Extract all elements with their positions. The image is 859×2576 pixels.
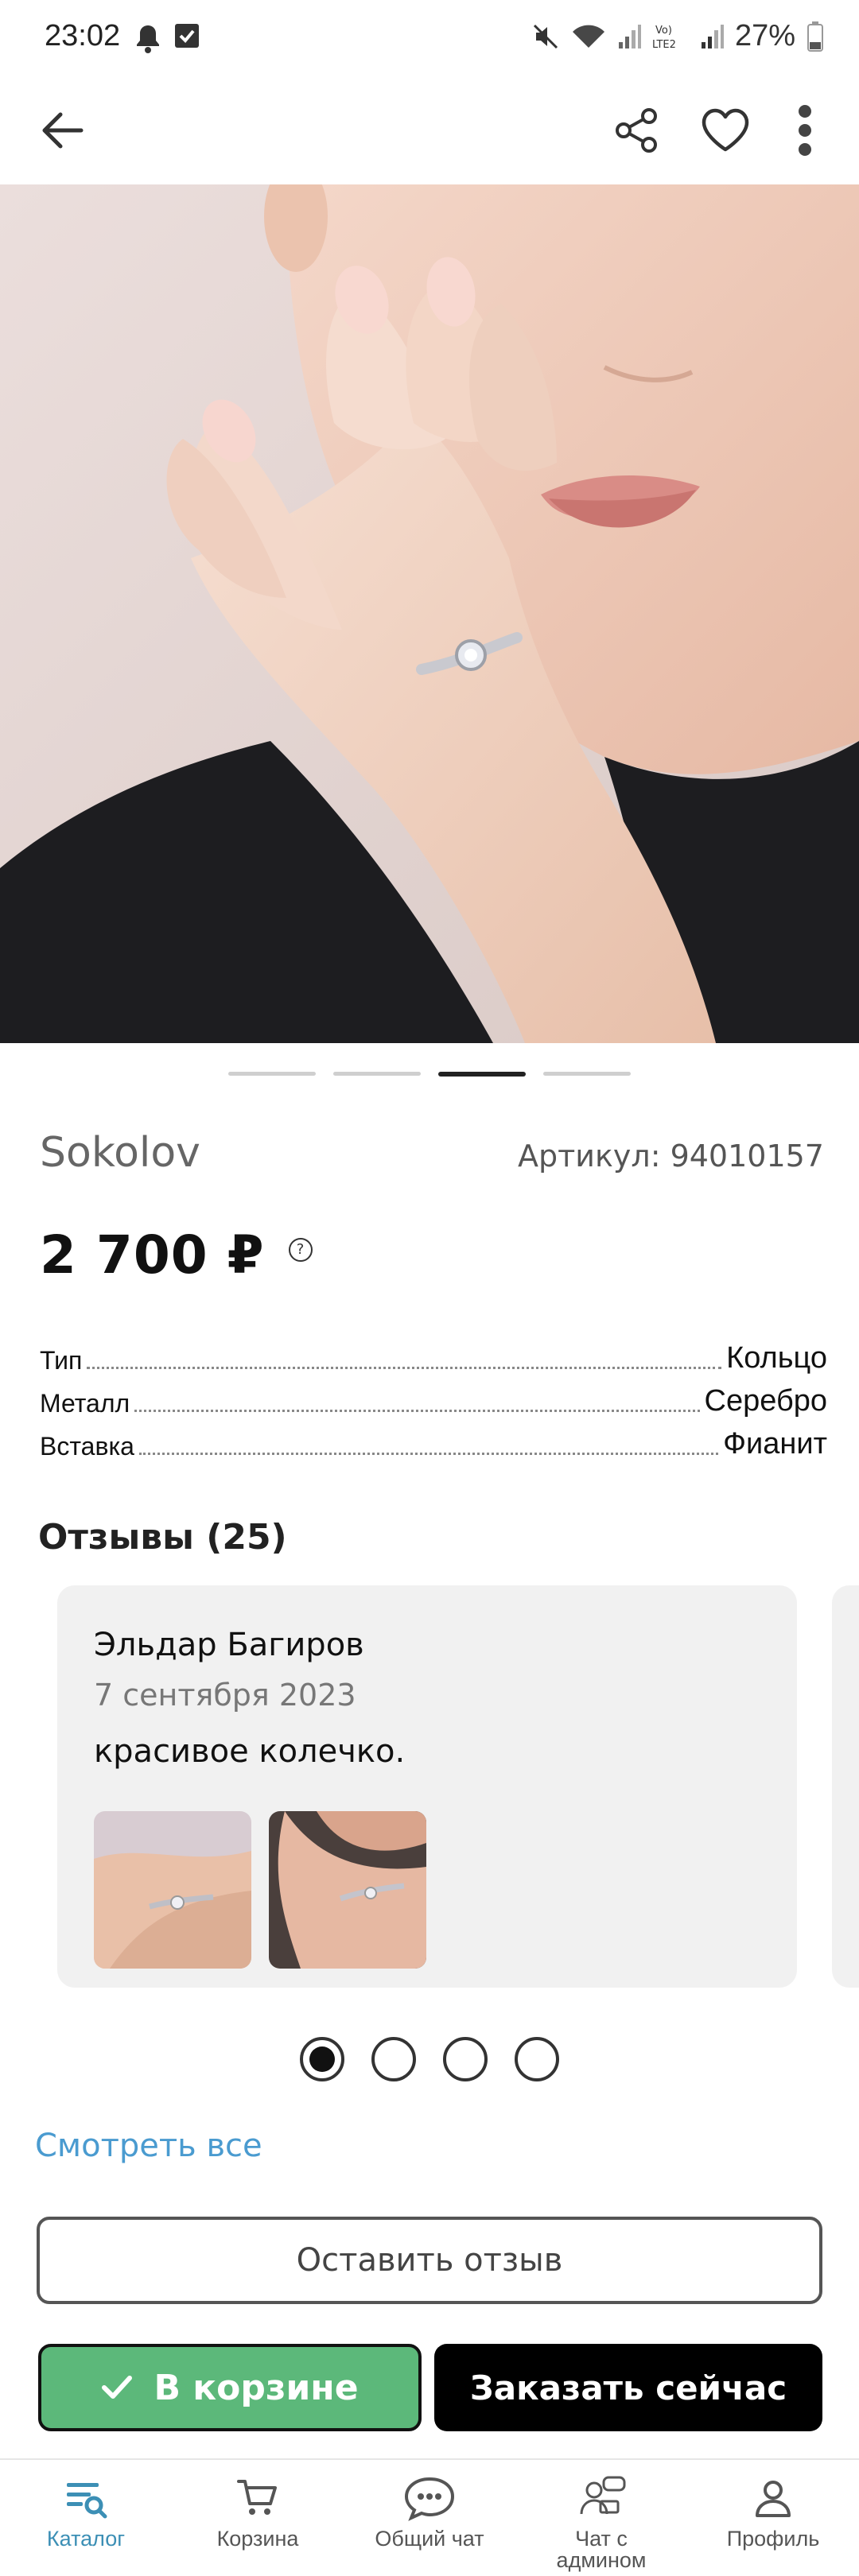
battery-icon bbox=[807, 21, 823, 52]
check-icon bbox=[102, 2376, 133, 2399]
leave-review-button[interactable]: Оставить отзыв bbox=[37, 2217, 822, 2304]
nav-item-general-chat[interactable]: Общий чат bbox=[344, 2460, 515, 2576]
svg-text:Vo): Vo) bbox=[655, 25, 672, 37]
heart-icon bbox=[702, 108, 749, 152]
checkbox-notification-icon bbox=[175, 24, 199, 48]
mute-icon bbox=[533, 24, 558, 48]
nav-item-profile[interactable]: Профиль bbox=[687, 2460, 859, 2576]
nav-label: Каталог bbox=[46, 2527, 126, 2551]
carousel-dot[interactable] bbox=[543, 1072, 631, 1076]
review-photo[interactable] bbox=[269, 1811, 426, 1969]
price-row: 2 700 ₽ ? bbox=[40, 1224, 313, 1286]
spec-row-type: Тип Кольцо bbox=[40, 1333, 827, 1375]
spec-row-metal: Металл Серебро bbox=[40, 1375, 827, 1418]
catalog-icon bbox=[67, 2483, 107, 2519]
spec-value: Серебро bbox=[704, 1384, 827, 1418]
status-bar: 23:02 Vo) LTE2 27% bbox=[0, 0, 859, 76]
favorite-button[interactable] bbox=[694, 99, 757, 162]
review-photo[interactable] bbox=[94, 1811, 251, 1969]
review-pager-dot[interactable] bbox=[443, 2037, 488, 2081]
review-pager-dot[interactable] bbox=[515, 2037, 559, 2081]
product-image[interactable] bbox=[0, 184, 859, 1043]
review-pager bbox=[0, 2037, 859, 2081]
review-card[interactable]: Эльдар Багиров 7 сентября 2023 красивое … bbox=[57, 1585, 797, 1988]
review-author: Эльдар Багиров bbox=[94, 1627, 364, 1663]
volte-icon: Vo) LTE2 bbox=[652, 25, 676, 51]
more-vertical-icon bbox=[799, 105, 811, 156]
spec-key: Тип bbox=[40, 1346, 83, 1375]
bell-icon bbox=[137, 25, 159, 53]
admin-chat-icon bbox=[580, 2476, 626, 2515]
carousel-dot[interactable] bbox=[438, 1072, 526, 1077]
action-bar: В корзине Заказать сейчас bbox=[0, 2322, 859, 2454]
review-pager-dot[interactable] bbox=[300, 2037, 344, 2081]
specs-list: Тип Кольцо Металл Серебро Вставка Фианит bbox=[40, 1333, 827, 1461]
review-photo-image bbox=[94, 1811, 251, 1969]
nav-label: Общий чат bbox=[375, 2527, 484, 2551]
share-button[interactable] bbox=[604, 99, 668, 162]
nav-label: Чат с админом bbox=[556, 2527, 647, 2572]
nav-item-catalog[interactable]: Каталог bbox=[0, 2460, 172, 2576]
chat-icon bbox=[404, 2477, 455, 2521]
nav-item-admin-chat[interactable]: Чат с админом bbox=[515, 2460, 687, 2576]
back-button[interactable] bbox=[32, 100, 92, 161]
nav-label: Профиль bbox=[726, 2527, 820, 2551]
wifi-icon bbox=[572, 25, 604, 48]
signal-icon-1 bbox=[618, 24, 641, 48]
next-review-card[interactable] bbox=[832, 1585, 859, 1988]
order-now-button[interactable]: Заказать сейчас bbox=[434, 2344, 822, 2431]
nav-item-cart[interactable]: Корзина bbox=[172, 2460, 344, 2576]
review-photo-image bbox=[269, 1811, 426, 1969]
product-article: Артикул: 94010157 bbox=[518, 1139, 824, 1174]
app-toolbar bbox=[0, 76, 859, 184]
status-time: 23:02 bbox=[45, 19, 121, 52]
more-options-button[interactable] bbox=[783, 99, 827, 162]
carousel-dot[interactable] bbox=[228, 1072, 316, 1076]
carousel-dot[interactable] bbox=[333, 1072, 421, 1076]
bottom-navigation: Каталог Корзина Общий чат Чат с админом … bbox=[0, 2458, 859, 2576]
spec-row-insert: Вставка Фианит bbox=[40, 1418, 827, 1461]
product-price: 2 700 ₽ bbox=[40, 1224, 265, 1286]
spec-value: Фианит bbox=[723, 1427, 827, 1461]
signal-icon-2 bbox=[701, 24, 724, 48]
nav-label: Корзина bbox=[216, 2527, 299, 2551]
review-pager-dot[interactable] bbox=[371, 2037, 416, 2081]
back-arrow-icon bbox=[42, 112, 84, 149]
review-date: 7 сентября 2023 bbox=[94, 1678, 356, 1713]
image-carousel-indicator bbox=[0, 1072, 859, 1077]
spec-key: Вставка bbox=[40, 1432, 134, 1461]
see-all-reviews-link[interactable]: Смотреть все bbox=[35, 2128, 262, 2164]
share-icon bbox=[616, 108, 657, 153]
profile-icon bbox=[756, 2481, 791, 2517]
cart-icon bbox=[237, 2480, 277, 2515]
svg-text:LTE2: LTE2 bbox=[652, 39, 676, 51]
product-brand: Sokolov bbox=[40, 1129, 200, 1177]
review-text: красивое колечко. bbox=[94, 1733, 406, 1770]
price-help-icon[interactable]: ? bbox=[288, 1237, 313, 1262]
in-cart-button[interactable]: В корзине bbox=[38, 2344, 422, 2431]
product-photo bbox=[0, 184, 859, 1043]
reviews-title: Отзывы (25) bbox=[38, 1517, 287, 1558]
in-cart-label: В корзине bbox=[154, 2367, 359, 2408]
battery-percent: 27% bbox=[734, 19, 795, 52]
spec-value: Кольцо bbox=[726, 1341, 827, 1375]
spec-key: Металл bbox=[40, 1389, 130, 1418]
